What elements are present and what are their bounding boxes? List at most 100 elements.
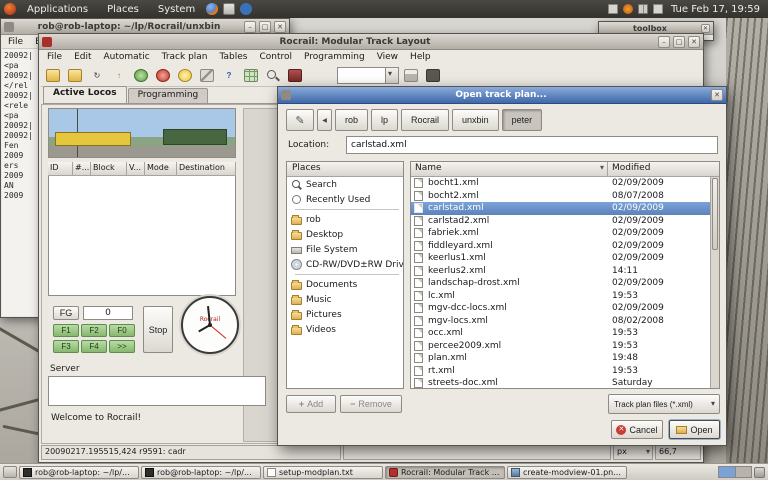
maximize-icon[interactable] bbox=[259, 21, 271, 33]
toolbar-button[interactable] bbox=[43, 66, 63, 85]
taskbar-window-button[interactable]: setup-modplan.txt bbox=[263, 466, 383, 479]
path-button[interactable]: rob bbox=[335, 109, 368, 131]
file-row[interactable]: streets-doc.xml Saturday bbox=[411, 377, 710, 388]
server-log[interactable] bbox=[48, 376, 266, 406]
taskbar-window-button[interactable]: Rocrail: Modular Track ... bbox=[385, 466, 505, 479]
toolbar-button[interactable] bbox=[219, 66, 239, 85]
file-type-filter[interactable]: Track plan files (*.xml) bbox=[608, 394, 720, 414]
maximize-icon[interactable] bbox=[673, 36, 685, 48]
volume-icon[interactable] bbox=[653, 4, 663, 14]
toolbar-button[interactable] bbox=[197, 66, 217, 85]
file-row[interactable]: occ.xml 19:53 bbox=[411, 327, 710, 340]
path-button[interactable]: lp bbox=[371, 109, 398, 131]
place-item[interactable]: Videos bbox=[287, 322, 403, 337]
close-icon[interactable] bbox=[701, 24, 710, 33]
update-icon[interactable] bbox=[623, 4, 633, 14]
workspace-2[interactable] bbox=[735, 467, 751, 477]
places-header[interactable]: Places bbox=[287, 162, 403, 177]
place-item[interactable]: Recently Used bbox=[287, 192, 403, 207]
scrollbar-thumb[interactable] bbox=[712, 178, 718, 250]
path-button[interactable]: unxbin bbox=[452, 109, 499, 131]
stop-button[interactable]: Stop bbox=[143, 306, 173, 353]
file-row[interactable]: fabriek.xml 02/09/2009 bbox=[411, 227, 710, 240]
workspace-1[interactable] bbox=[719, 467, 735, 477]
loco-column-header[interactable]: Block bbox=[91, 162, 127, 176]
close-icon[interactable] bbox=[274, 21, 286, 33]
help-icon[interactable] bbox=[240, 3, 252, 15]
trash-icon[interactable] bbox=[754, 467, 765, 478]
loco-column-header[interactable]: #... bbox=[73, 162, 91, 176]
tab[interactable]: Programming bbox=[128, 88, 209, 103]
place-item[interactable]: Pictures bbox=[287, 307, 403, 322]
rocrail-menu-item[interactable]: Edit bbox=[68, 50, 97, 65]
place-item[interactable]: File System bbox=[287, 242, 403, 257]
file-row[interactable]: plan.xml 19:48 bbox=[411, 352, 710, 365]
rocrail-menu-item[interactable]: Automatic bbox=[98, 50, 156, 65]
toolbar-button[interactable] bbox=[401, 66, 421, 85]
panel-menu[interactable]: Applications bbox=[20, 3, 95, 16]
tab[interactable]: Active Locos bbox=[43, 86, 127, 103]
taskbar-window-button[interactable]: create-modview-01.pn... bbox=[507, 466, 627, 479]
loco-column-header[interactable]: Destination bbox=[177, 162, 236, 176]
file-row[interactable]: landschap-drost.xml 02/09/2009 bbox=[411, 277, 710, 290]
rocrail-titlebar[interactable]: Rocrail: Modular Track Layout bbox=[39, 34, 703, 50]
firefox-icon[interactable] bbox=[206, 3, 218, 15]
loco-list[interactable] bbox=[48, 176, 236, 296]
rocrail-menu-item[interactable]: File bbox=[41, 50, 68, 65]
zoom-combo[interactable] bbox=[337, 67, 399, 84]
type-location-toggle[interactable] bbox=[286, 109, 314, 131]
file-row[interactable]: bocht1.xml 02/09/2009 bbox=[411, 177, 710, 190]
place-item[interactable]: Desktop bbox=[287, 227, 403, 242]
f2-button[interactable]: F2 bbox=[81, 324, 107, 337]
workspace-switcher[interactable] bbox=[718, 466, 752, 478]
f1-button[interactable]: F1 bbox=[53, 324, 79, 337]
evolution-icon[interactable] bbox=[223, 3, 235, 15]
show-desktop-icon[interactable] bbox=[3, 466, 17, 478]
place-item[interactable]: rob bbox=[287, 212, 403, 227]
loco-column-header[interactable]: Mode bbox=[145, 162, 177, 176]
f3-button[interactable]: F3 bbox=[53, 340, 79, 353]
toolbar-button[interactable] bbox=[175, 66, 195, 85]
taskbar-window-button[interactable]: rob@rob-laptop: ~/lp/... bbox=[141, 466, 261, 479]
distro-menu-icon[interactable] bbox=[4, 3, 16, 15]
toolbar-button[interactable] bbox=[241, 66, 261, 85]
chevron-left-icon[interactable] bbox=[317, 109, 332, 131]
loco-column-header[interactable]: ID bbox=[48, 162, 73, 176]
toolbar-button[interactable] bbox=[109, 66, 129, 85]
rocrail-menu-item[interactable]: View bbox=[371, 50, 404, 65]
file-row[interactable]: fiddleyard.xml 02/09/2009 bbox=[411, 240, 710, 253]
file-row[interactable]: carlstad2.xml 02/09/2009 bbox=[411, 215, 710, 228]
toolbar-button[interactable] bbox=[87, 66, 107, 85]
file-row[interactable]: mgv-dcc-locs.xml 02/09/2009 bbox=[411, 302, 710, 315]
path-button[interactable]: Rocrail bbox=[401, 109, 449, 131]
remove-bookmark-button[interactable]: Remove bbox=[340, 395, 402, 413]
toolbar-button[interactable] bbox=[131, 66, 151, 85]
fg-button[interactable]: FG bbox=[53, 306, 79, 320]
rocrail-menu-item[interactable]: Control bbox=[253, 50, 298, 65]
more-functions-button[interactable]: >> bbox=[109, 340, 135, 353]
place-item[interactable]: Search bbox=[287, 177, 403, 192]
file-row[interactable]: rt.xml 19:53 bbox=[411, 365, 710, 378]
terminal-menu-item[interactable]: File bbox=[2, 35, 29, 48]
file-row[interactable]: keerlus2.xml 14:11 bbox=[411, 265, 710, 278]
mail-icon[interactable] bbox=[608, 4, 618, 14]
location-input[interactable] bbox=[346, 136, 718, 154]
rocrail-menu-item[interactable]: Help bbox=[404, 50, 437, 65]
place-item[interactable]: Music bbox=[287, 292, 403, 307]
column-header-name[interactable]: Name bbox=[411, 162, 608, 177]
toolbar-button[interactable] bbox=[285, 66, 305, 85]
file-row[interactable]: percee2009.xml 19:53 bbox=[411, 340, 710, 353]
panel-menu[interactable]: System bbox=[151, 3, 202, 16]
open-button[interactable]: Open bbox=[669, 420, 720, 439]
panel-menu[interactable]: Places bbox=[100, 3, 146, 16]
file-row[interactable]: mgv-locs.xml 08/02/2008 bbox=[411, 315, 710, 328]
path-button[interactable]: peter bbox=[502, 109, 543, 131]
toolbar-button[interactable] bbox=[65, 66, 85, 85]
speed-value-field[interactable]: 0 bbox=[83, 306, 133, 320]
unit-select[interactable]: px bbox=[613, 445, 653, 460]
f0-button[interactable]: F0 bbox=[109, 324, 135, 337]
rocrail-menu-item[interactable]: Track plan bbox=[156, 50, 214, 65]
close-icon[interactable] bbox=[688, 36, 700, 48]
taskbar-window-button[interactable]: rob@rob-laptop: ~/lp/... bbox=[19, 466, 139, 479]
loco-column-header[interactable]: V... bbox=[127, 162, 145, 176]
